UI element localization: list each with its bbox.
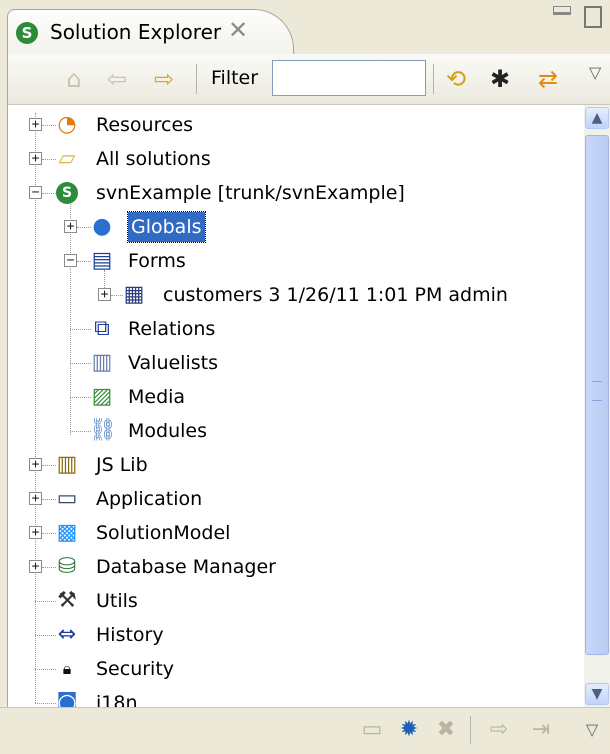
expand-icon[interactable]: +	[64, 220, 77, 233]
toolbar-separator	[470, 716, 471, 744]
move-code-icon[interactable]: ⇨	[485, 716, 513, 744]
valuelist-icon: ▥	[91, 350, 113, 375]
tree-item-database-manager[interactable]: + ⛁ Database Manager	[8, 552, 585, 582]
expand-icon[interactable]: +	[29, 118, 42, 131]
resources-icon: ◔	[57, 112, 77, 137]
move-sample-icon[interactable]: ⇥	[527, 716, 555, 744]
tree-item-label: Utils	[96, 590, 138, 612]
tree-item-label: Database Manager	[96, 556, 276, 578]
tree-item-label: History	[96, 624, 164, 646]
tree-item-label: Forms	[128, 250, 186, 272]
tree-item-label: i18n	[96, 692, 138, 707]
open-icon[interactable]: ▭	[358, 716, 386, 744]
sync-icon[interactable]: ⟲	[441, 64, 471, 94]
vertical-scrollbar[interactable]: ▲ ▼	[584, 105, 610, 707]
i18n-icon: ◙	[56, 690, 78, 707]
form-icon: ▦	[123, 282, 145, 307]
tree-item-label: JS Lib	[96, 454, 148, 476]
tree-item-security[interactable]: 🔒︎ Security	[8, 654, 585, 684]
filter-label: Filter	[211, 67, 259, 89]
scroll-down-icon[interactable]: ▼	[585, 683, 609, 705]
solution-explorer-icon: S	[16, 22, 38, 44]
tree-item-resources[interactable]: + ◔ Resources	[8, 110, 585, 140]
delete-icon[interactable]: ✖	[432, 716, 460, 744]
tree-item-label: Application	[96, 488, 203, 510]
view-menu-icon[interactable]: ▽	[589, 63, 601, 82]
tree-item-label: customers 3 1/26/11 1:01 PM admin	[163, 284, 508, 306]
tree-item-globals[interactable]: + ● Globals	[8, 211, 585, 243]
modules-icon: ⛓	[89, 418, 117, 443]
minimize-icon[interactable]	[553, 6, 571, 15]
tree-item-label: Resources	[96, 114, 194, 136]
library-icon: ▥	[56, 452, 78, 477]
explorer-toolbar: ⌂ ⇦ ⇨ Filter ⟲ ✱ ⇄ ▽	[7, 54, 610, 105]
expand-icon[interactable]: +	[29, 526, 42, 539]
expand-icon[interactable]: +	[29, 492, 42, 505]
close-icon[interactable]: ✕	[228, 16, 248, 44]
solution-explorer-tab[interactable]: S Solution Explorer ✕	[7, 9, 294, 56]
tree-item-label: Valuelists	[128, 352, 218, 374]
view-tab-bar: S Solution Explorer ✕	[0, 0, 610, 56]
forward-icon[interactable]: ⇨	[149, 64, 179, 94]
application-icon: ▭	[56, 486, 78, 511]
scroll-thumb[interactable]	[585, 135, 609, 655]
tree-item-jslib[interactable]: + ▥ JS Lib	[8, 450, 585, 480]
globe-icon: ●	[92, 214, 112, 239]
tree-item-i18n[interactable]: ◙ i18n	[8, 688, 585, 707]
toolbar-separator	[196, 64, 197, 94]
database-icon: ⛁	[57, 554, 77, 579]
tree-item-label: All solutions	[96, 148, 211, 170]
toolbar-separator	[433, 64, 434, 94]
link-editor-icon[interactable]: ⇄	[533, 64, 563, 94]
tree-item-label: Relations	[128, 318, 216, 340]
tree-item-history[interactable]: ⇔ History	[8, 620, 585, 650]
lock-icon: 🔒︎	[62, 659, 72, 678]
tree-item-label: Media	[128, 386, 186, 408]
expand-icon[interactable]: +	[98, 288, 111, 301]
tree-item-utils[interactable]: ⚒ Utils	[8, 586, 585, 616]
tree-item-label: Modules	[128, 420, 207, 442]
solution-model-icon: ▩	[56, 520, 78, 545]
tree-item-media[interactable]: ▨ Media	[8, 382, 585, 412]
tree-item-solutionmodel[interactable]: + ▩ SolutionModel	[8, 518, 585, 548]
tree-item-application[interactable]: + ▭ Application	[8, 484, 585, 514]
new-method-icon[interactable]: ✹	[395, 716, 423, 744]
tree-item-valuelists[interactable]: ▥ Valuelists	[8, 348, 585, 378]
tree-item-svnexample[interactable]: − S svnExample [trunk/svnExample]	[8, 178, 585, 208]
history-icon: ⇔	[57, 622, 77, 647]
collapse-all-icon[interactable]: ✱	[485, 64, 515, 94]
forms-icon: ▤	[91, 248, 113, 273]
tab-title: Solution Explorer	[50, 20, 222, 44]
expand-icon[interactable]: +	[29, 152, 42, 165]
tree-item-label: SolutionModel	[96, 522, 231, 544]
tree-item-label: Security	[96, 658, 175, 680]
filter-input[interactable]	[272, 60, 426, 96]
collapse-icon[interactable]: −	[29, 186, 42, 199]
tree-item-relations[interactable]: ⧉ Relations	[8, 314, 585, 344]
maximize-icon[interactable]	[584, 6, 602, 28]
tools-icon: ⚒	[57, 588, 77, 613]
scroll-grip	[592, 381, 602, 401]
tree-item-forms[interactable]: − ▤ Forms	[8, 246, 585, 276]
tree-item-all-solutions[interactable]: + ▱ All solutions	[8, 144, 585, 174]
back-icon[interactable]: ⇦	[102, 64, 132, 94]
relations-icon: ⧉	[94, 316, 110, 341]
solution-tree: + ◔ Resources + ▱ All solutions − S svnE…	[7, 105, 585, 707]
view-menu-icon[interactable]: ▽	[578, 716, 606, 744]
expand-icon[interactable]: +	[29, 458, 42, 471]
tree-item-customers[interactable]: + ▦ customers 3 1/26/11 1:01 PM admin	[8, 280, 585, 310]
folder-icon: ▱	[58, 146, 76, 171]
home-icon[interactable]: ⌂	[59, 64, 89, 94]
tree-item-label: Globals	[127, 211, 206, 243]
tree-item-modules[interactable]: ⛓ Modules	[8, 416, 585, 446]
media-icon: ▨	[91, 384, 113, 409]
solution-icon: S	[54, 180, 80, 206]
bottom-toolbar: ▭ ✹ ✖ ⇨ ⇥ ▽	[0, 707, 610, 754]
expand-icon[interactable]: +	[29, 560, 42, 573]
tree-item-label: svnExample [trunk/svnExample]	[96, 182, 405, 204]
collapse-icon[interactable]: −	[64, 254, 77, 267]
scroll-up-icon[interactable]: ▲	[585, 107, 609, 129]
